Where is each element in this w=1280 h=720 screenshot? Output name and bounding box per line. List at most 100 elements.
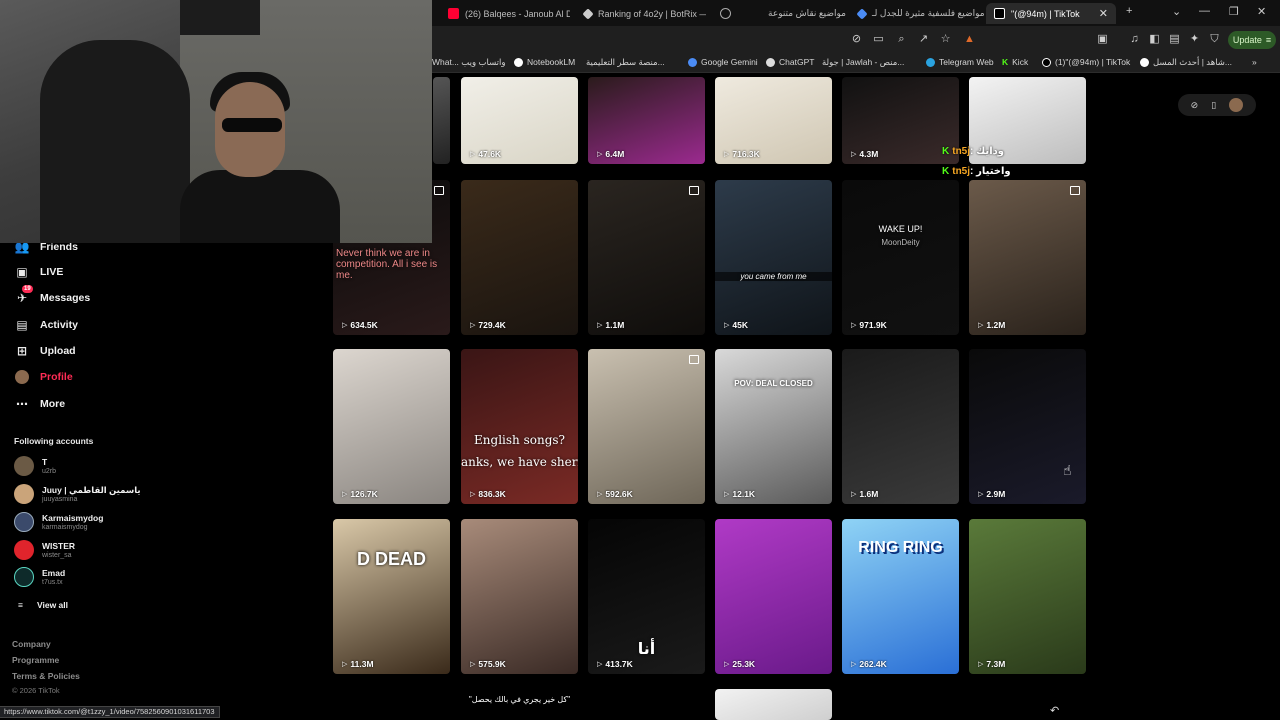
- photo-carousel-icon: [689, 355, 699, 364]
- webcam-overlay: [0, 0, 432, 243]
- compass-icon[interactable]: ⊘: [1191, 100, 1199, 111]
- sidebar-toggle-icon[interactable]: ▣: [1096, 33, 1109, 46]
- tab-search-icon[interactable]: ⌄: [1172, 5, 1181, 18]
- following-account[interactable]: Juuy | ياسمين القاطمي juuyasmina: [14, 484, 141, 504]
- video-tile[interactable]: ▷ 126.7K: [333, 349, 450, 504]
- bookmark-item[interactable]: K Kick: [1002, 57, 1028, 67]
- video-tile[interactable]: [969, 689, 1086, 720]
- browser-tab[interactable]: Ranking of 4o2y | BotRix — C: [576, 3, 706, 24]
- video-tile[interactable]: [333, 689, 450, 720]
- no-translate-icon[interactable]: ⊘: [850, 33, 863, 46]
- share-icon[interactable]: ↗: [917, 33, 930, 46]
- video-tile[interactable]: RING RING ▷ 262.4K: [842, 519, 959, 674]
- video-tile[interactable]: WAKE UP! MoonDeity ▷ 971.9K: [842, 180, 959, 335]
- leo-ai-icon[interactable]: ✦: [1188, 33, 1201, 46]
- close-tab-icon[interactable]: ✕: [1099, 7, 1108, 20]
- video-tile[interactable]: you came from me ▷ 45K: [715, 180, 832, 335]
- view-count: ▷ 47.6K: [470, 149, 501, 159]
- minimize-icon[interactable]: —: [1199, 5, 1210, 17]
- video-tile[interactable]: [433, 77, 450, 164]
- view-count: ▷ 1.6M: [851, 489, 878, 499]
- play-icon: ▷: [724, 151, 730, 158]
- video-tile[interactable]: POV: DEAL CLOSED ▷ 12.1K: [715, 349, 832, 504]
- bookmark-item[interactable]: جولة | Jawlah - منص...: [822, 57, 904, 68]
- bookmark-item[interactable]: شاهد | أحدث المسل...: [1140, 57, 1232, 68]
- video-tile[interactable]: "كل خير يجري في بالك يحصل": [461, 689, 578, 720]
- restore-icon[interactable]: ❐: [1229, 5, 1239, 18]
- media-icon[interactable]: ♫: [1128, 33, 1141, 46]
- video-tile[interactable]: English songs? anks, we have sheri ▷ 836.3K: [461, 349, 578, 504]
- video-tile[interactable]: ▷ 1.2M: [969, 180, 1086, 335]
- close-window-icon[interactable]: ✕: [1257, 5, 1266, 18]
- browser-tab[interactable]: (26) Balqees - Janoub Al Dar: [440, 3, 570, 24]
- nav-live[interactable]: ▣ LIVE: [14, 264, 63, 280]
- video-tile[interactable]: ▷ 1.6M: [842, 349, 959, 504]
- bookmark-item[interactable]: Telegram Web: [926, 57, 994, 67]
- following-account[interactable]: Karmaismydog karmaismydog: [14, 512, 103, 532]
- view-all-button[interactable]: ≡ View all: [18, 600, 68, 610]
- video-tile[interactable]: ▷ 7.3M: [969, 519, 1086, 674]
- video-tile[interactable]: ▷ 575.9K: [461, 519, 578, 674]
- bookmark-star-icon[interactable]: ☆: [939, 33, 952, 46]
- more-bookmarks-icon[interactable]: »: [1252, 57, 1257, 67]
- phone-icon[interactable]: ▯: [1211, 100, 1216, 111]
- brave-shield-icon[interactable]: ▲: [963, 33, 976, 46]
- bookmark-item[interactable]: What... واتساب ويب: [432, 57, 505, 68]
- bookmark-item[interactable]: منصة سطر التعليمية...: [586, 57, 665, 68]
- video-tile[interactable]: ▷ 47.6K: [461, 77, 578, 164]
- following-account[interactable]: Tu2rb: [14, 456, 56, 476]
- copyright: © 2026 TikTok: [12, 686, 60, 695]
- split-view-icon[interactable]: ◧: [1148, 33, 1161, 46]
- video-tile[interactable]: [715, 689, 832, 720]
- browser-tab[interactable]: مواضيع فلسفية مثيرة للجدل لـ: [850, 3, 985, 24]
- youtube-icon: [448, 8, 459, 19]
- activity-icon: ▤: [16, 318, 28, 332]
- zoom-icon[interactable]: ⌕: [895, 33, 908, 46]
- view-count: ▷ 6.4M: [597, 149, 624, 159]
- video-tile[interactable]: ▷ 2.9M: [969, 349, 1086, 504]
- avatar: [14, 456, 34, 476]
- update-button[interactable]: Update ≡: [1228, 31, 1276, 49]
- mouse-cursor-icon: ☝: [1063, 462, 1072, 478]
- browser-tab[interactable]: [712, 3, 742, 24]
- browser-tab-active[interactable]: "(@94m) | TikTok ✕: [986, 3, 1116, 24]
- bookmark-item[interactable]: NotebookLM: [514, 57, 575, 67]
- nav-messages[interactable]: ✈ 19 Messages: [14, 285, 90, 306]
- video-tile[interactable]: [588, 689, 705, 720]
- nav-activity[interactable]: ▤ Activity: [14, 317, 78, 333]
- play-icon: ▷: [342, 661, 348, 668]
- video-tile[interactable]: D DEAD ▷ 11.3M: [333, 519, 450, 674]
- chat-message: Ktn5j: واختيار: [942, 166, 1011, 177]
- video-tile[interactable]: ▷ 729.4K: [461, 180, 578, 335]
- following-account[interactable]: Emad t7us.tx: [14, 567, 65, 587]
- vpn-icon[interactable]: ⛉: [1208, 33, 1221, 46]
- nav-upload[interactable]: ⊞ Upload: [14, 343, 76, 359]
- play-icon: ▷: [851, 661, 857, 668]
- nav-profile[interactable]: Profile: [14, 369, 73, 385]
- video-tile[interactable]: ▷ 25.3K: [715, 519, 832, 674]
- play-icon: ▷: [470, 661, 476, 668]
- play-icon: ▷: [342, 322, 348, 329]
- video-tile[interactable]: ▷ 1.1M: [588, 180, 705, 335]
- video-tile[interactable]: ▷ 592.6K: [588, 349, 705, 504]
- browser-tab[interactable]: مواضيع نقاش متنوعة: [760, 3, 850, 24]
- bookmark-item[interactable]: Google Gemini: [688, 57, 758, 67]
- footer-terms-link[interactable]: Terms & Policies: [12, 671, 80, 681]
- nav-more[interactable]: ⋯ More: [14, 396, 65, 412]
- new-tab-button[interactable]: +: [1126, 5, 1132, 17]
- video-tile[interactable]: [842, 689, 959, 720]
- wallet-icon[interactable]: ▤: [1168, 33, 1181, 46]
- bookmark-item[interactable]: (1)"(@94m) | TikTok: [1042, 57, 1130, 67]
- footer-company-link[interactable]: Company: [12, 639, 51, 649]
- bookmark-item[interactable]: ChatGPT: [766, 57, 814, 67]
- footer-programme-link[interactable]: Programme: [12, 655, 59, 665]
- webcam-chair: [40, 40, 190, 243]
- photo-carousel-icon: [1070, 186, 1080, 195]
- video-tile[interactable]: ▷ 6.4M: [588, 77, 705, 164]
- video-tile[interactable]: ▷ 716.3K: [715, 77, 832, 164]
- video-tile[interactable]: أنا ▷ 413.7K: [588, 519, 705, 674]
- back-icon[interactable]: ↶: [1050, 704, 1059, 717]
- install-app-icon[interactable]: ▭: [872, 33, 885, 46]
- user-avatar[interactable]: [1229, 98, 1244, 112]
- following-account[interactable]: WISTER wister_sa: [14, 540, 75, 560]
